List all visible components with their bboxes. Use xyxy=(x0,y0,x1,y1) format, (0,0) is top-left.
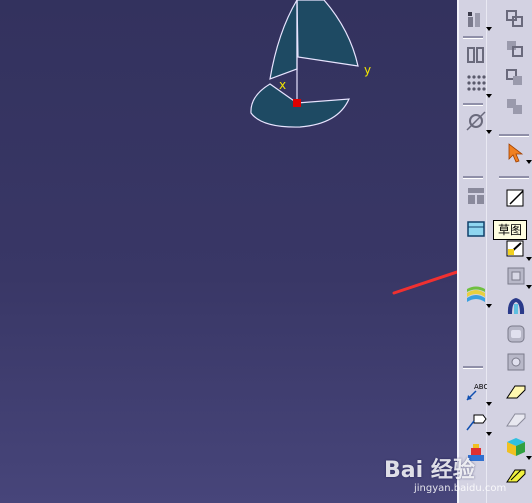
surface-layers-icon[interactable] xyxy=(465,284,487,306)
sketch-plane-geometry[interactable] xyxy=(0,0,457,503)
chevron-down-icon[interactable] xyxy=(526,285,532,289)
constraint-icon[interactable] xyxy=(504,8,526,30)
toolbar-separator xyxy=(499,176,529,179)
3d-viewport[interactable]: x y xyxy=(0,0,457,503)
chevron-down-icon[interactable] xyxy=(526,257,532,261)
chevron-down-icon[interactable] xyxy=(486,432,492,436)
toolbar-separator xyxy=(463,103,483,106)
constraint-icon[interactable] xyxy=(504,38,526,60)
fillet-icon[interactable] xyxy=(505,380,527,402)
sketch-with-positioning-icon[interactable] xyxy=(505,237,527,259)
watermark: Bai 经验 jingyan.baidu.com xyxy=(380,452,530,502)
chevron-down-icon[interactable] xyxy=(486,130,492,134)
toolbar-separator xyxy=(463,366,483,369)
pocket-icon[interactable] xyxy=(505,351,527,373)
chevron-down-icon[interactable] xyxy=(486,94,492,98)
chevron-down-icon[interactable] xyxy=(486,304,492,308)
toolbar-separator xyxy=(463,176,483,179)
pocket-icon[interactable] xyxy=(505,323,527,345)
view-layout-icon[interactable] xyxy=(465,185,487,207)
x-axis-label: x xyxy=(279,78,287,92)
constraint-icon[interactable] xyxy=(465,44,487,66)
grid-icon[interactable] xyxy=(465,72,487,94)
chevron-down-icon[interactable] xyxy=(486,27,492,31)
sketch-icon[interactable] xyxy=(505,187,527,209)
shell-icon[interactable] xyxy=(505,295,527,317)
constraint-icon[interactable] xyxy=(504,67,526,89)
select-arrow-icon[interactable] xyxy=(505,142,527,164)
constraint-icon[interactable] xyxy=(504,96,526,118)
origin-point[interactable] xyxy=(293,99,301,107)
constraint-icon[interactable] xyxy=(465,8,487,30)
chevron-down-icon[interactable] xyxy=(526,160,532,164)
y-axis-label: y xyxy=(364,63,372,77)
svg-text:ABC: ABC xyxy=(474,383,487,391)
watermark-brand: Bai 经验 xyxy=(384,458,475,483)
yz-plane[interactable] xyxy=(296,0,359,67)
annotation-text-icon[interactable]: ABC xyxy=(465,380,487,402)
pad-icon[interactable] xyxy=(505,265,527,287)
chevron-down-icon[interactable] xyxy=(486,402,492,406)
xz-plane[interactable] xyxy=(269,0,298,80)
toolbar-separator xyxy=(499,134,529,137)
watermark-url: jingyan.baidu.com xyxy=(414,483,507,494)
view-box-icon[interactable] xyxy=(465,218,487,240)
toolbar-separator xyxy=(463,36,483,39)
sketch-tooltip: 草图 xyxy=(493,220,528,240)
right-toolbar: ABC xyxy=(457,0,532,503)
draft-icon[interactable] xyxy=(505,408,527,430)
snap-point-icon[interactable] xyxy=(465,110,487,132)
flag-note-icon[interactable] xyxy=(465,410,487,432)
annotation-arrow-shaft xyxy=(392,270,457,295)
